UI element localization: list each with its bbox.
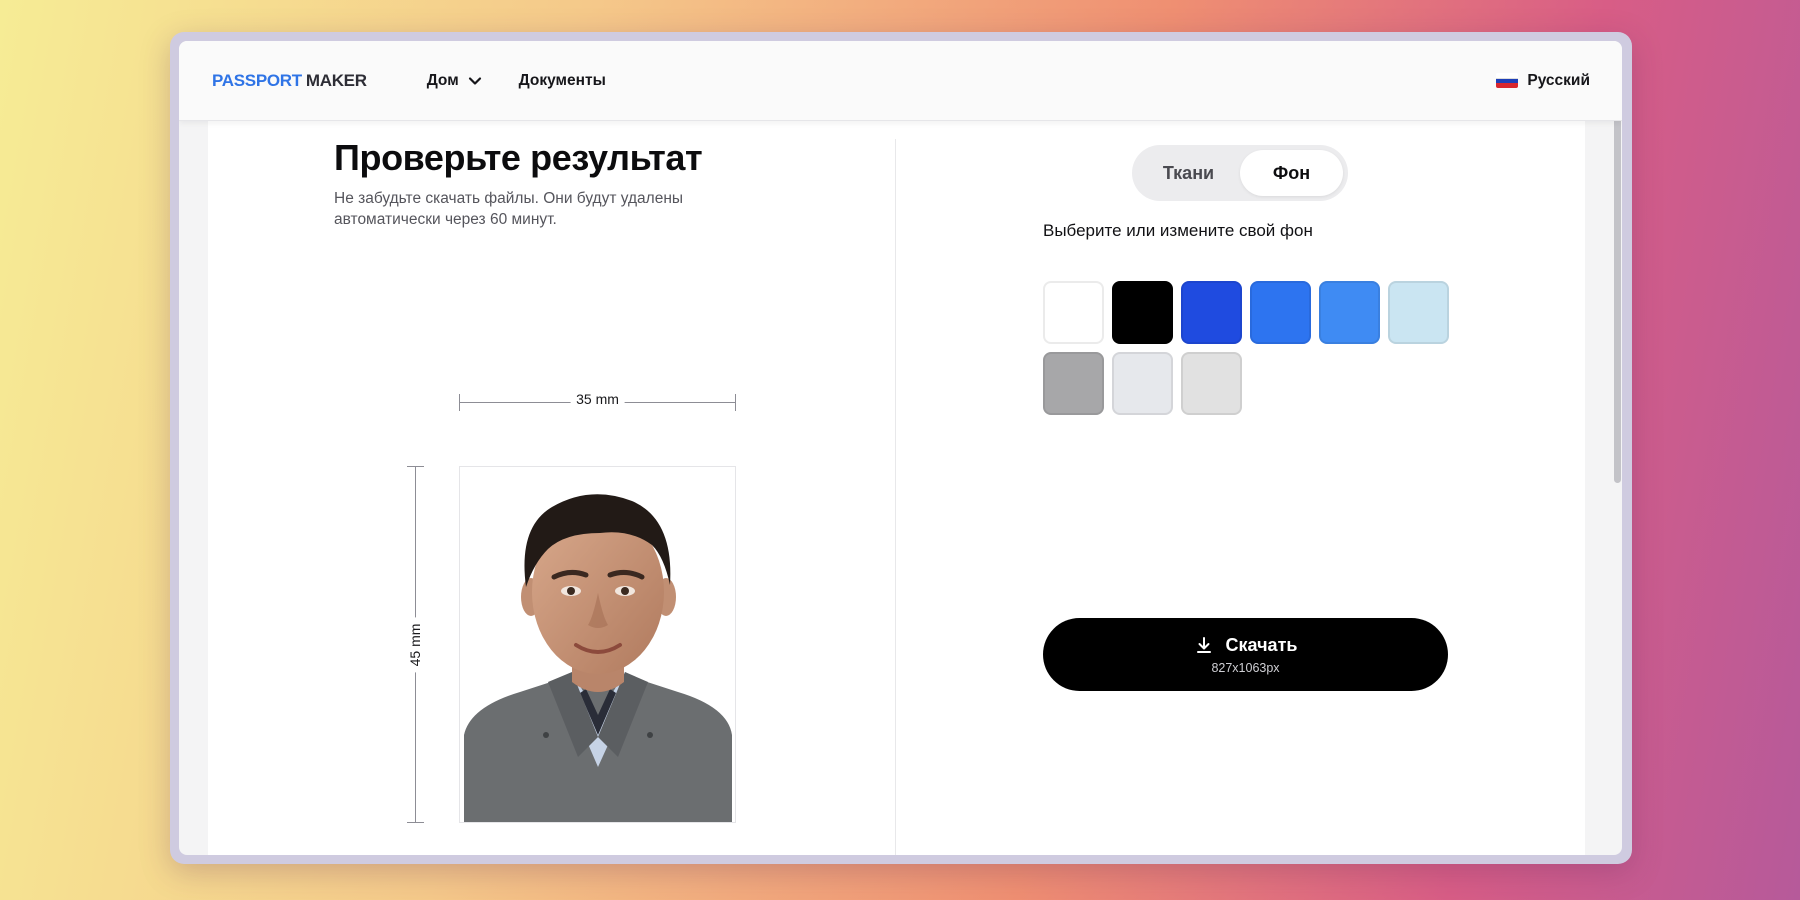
- swatch-blue[interactable]: [1250, 281, 1311, 344]
- download-button[interactable]: Скачать 827x1063px: [1043, 618, 1448, 691]
- page-scrollbar[interactable]: [1613, 111, 1622, 483]
- scrollbar-thumb[interactable]: [1614, 111, 1621, 483]
- swatch-light-gray[interactable]: [1181, 352, 1242, 415]
- swatch-pale-blue[interactable]: [1388, 281, 1449, 344]
- nav-documents-link[interactable]: Документы: [519, 72, 606, 90]
- height-dimension-label: 45 mm: [407, 617, 423, 672]
- chevron-down-icon: [468, 76, 481, 85]
- logo[interactable]: PASSPORT MAKER: [212, 71, 367, 91]
- top-navbar: PASSPORT MAKER Дом Документы Русский: [179, 41, 1622, 121]
- page-title: Проверьте результат: [334, 137, 703, 178]
- main-content: Проверьте результат Не забудьте скачать …: [208, 121, 1585, 855]
- download-icon: [1196, 637, 1211, 653]
- browser-window: PASSPORT MAKER Дом Документы Русский Пров…: [170, 32, 1632, 864]
- swatch-light-gray-cool[interactable]: [1112, 352, 1173, 415]
- background-prompt: Выберите или измените свой фон: [1043, 221, 1313, 240]
- russia-flag-icon: [1496, 73, 1519, 88]
- swatch-black[interactable]: [1112, 281, 1173, 344]
- tab-background[interactable]: Фон: [1240, 150, 1343, 196]
- logo-part-2: MAKER: [305, 70, 367, 90]
- swatch-white[interactable]: [1043, 281, 1104, 344]
- download-label: Скачать: [1225, 634, 1298, 655]
- page-subtitle: Не забудьте скачать файлы. Они будут уда…: [334, 190, 684, 228]
- person-portrait-image: [460, 467, 735, 822]
- column-divider: [895, 139, 896, 855]
- download-button-top: Скачать: [1194, 634, 1298, 656]
- nav-home-dropdown[interactable]: Дом: [427, 72, 483, 90]
- passport-photo-preview: [459, 466, 736, 823]
- logo-part-1: PASSPORT: [212, 70, 302, 90]
- language-label: Русский: [1527, 71, 1590, 89]
- swatch-gray[interactable]: [1043, 352, 1104, 415]
- tab-clothes[interactable]: Ткани: [1137, 150, 1240, 196]
- width-dimension: 35 mm: [459, 391, 736, 411]
- editor-tabs: Ткани Фон: [1132, 145, 1348, 201]
- width-dimension-label: 35 mm: [570, 391, 625, 407]
- swatch-royal-blue[interactable]: [1181, 281, 1242, 344]
- swatch-light-blue[interactable]: [1319, 281, 1380, 344]
- background-color-swatches: [1043, 281, 1463, 415]
- nav-home-label: Дом: [426, 71, 459, 89]
- page-viewport: PASSPORT MAKER Дом Документы Русский Пров…: [179, 41, 1622, 855]
- nav-documents-label: Документы: [518, 71, 606, 89]
- height-dimension: 45 mm: [406, 466, 426, 823]
- language-selector[interactable]: Русский: [1496, 72, 1590, 90]
- download-resolution: 827x1063px: [1211, 660, 1280, 675]
